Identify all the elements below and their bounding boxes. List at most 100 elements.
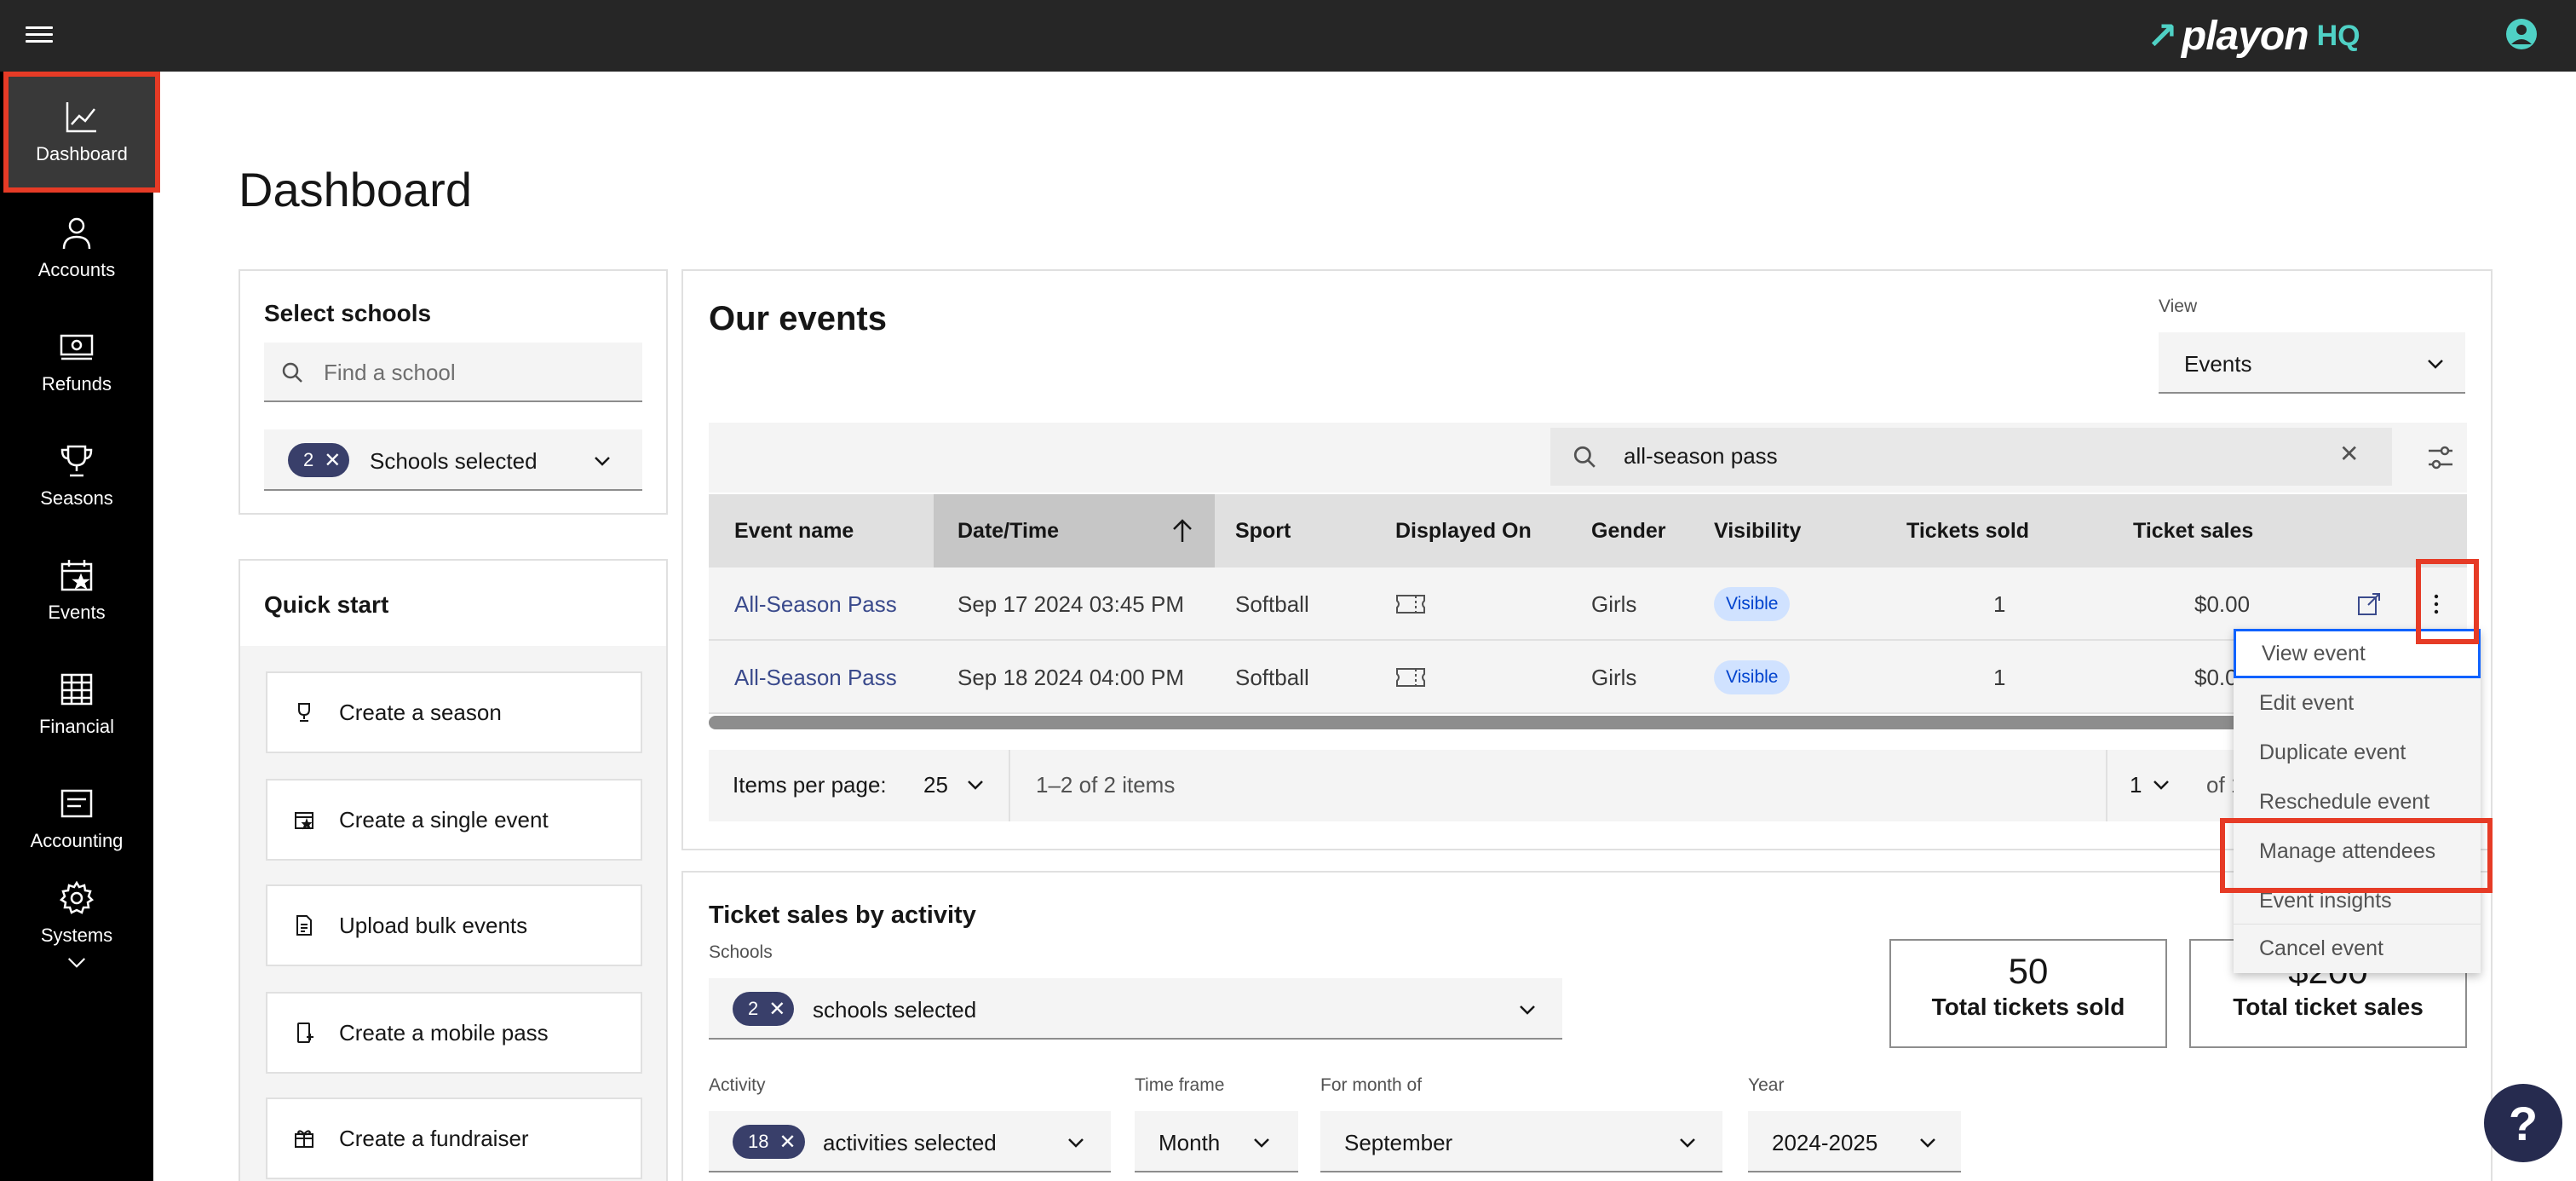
sidebar-item-accounts[interactable]: Accounts — [0, 193, 153, 303]
col-ticket-sales[interactable]: Ticket sales — [2133, 494, 2253, 567]
event-datetime: Sep 17 2024 03:45 PM — [957, 590, 1184, 617]
visibility-badge: Visible — [1714, 660, 1791, 694]
col-displayed-on[interactable]: Displayed On — [1395, 494, 1532, 567]
create-single-event-label: Create a single event — [339, 806, 549, 832]
table-row: All-Season Pass Sep 17 2024 03:45 PM Sof… — [709, 567, 2467, 641]
menu-item-cancel-event[interactable]: Cancel event — [2234, 924, 2481, 973]
share-edit-icon[interactable] — [2356, 591, 2382, 617]
hamburger-menu-icon[interactable] — [26, 22, 53, 49]
col-event-name[interactable]: Event name — [734, 494, 854, 567]
sidebar-item-refunds[interactable]: Refunds — [0, 307, 153, 418]
schools-multiselect[interactable]: 2 ✕ Schools selected — [264, 429, 642, 491]
activity-count-tag[interactable]: 18 ✕ — [733, 1125, 805, 1159]
table-horizontal-scrollbar[interactable] — [709, 716, 2361, 729]
chevron-down-icon[interactable] — [64, 950, 89, 976]
document-icon — [296, 915, 312, 936]
create-mobile-pass-button[interactable]: Create a mobile pass — [266, 992, 642, 1074]
menu-item-manage-attendees[interactable]: Manage attendees — [2234, 827, 2481, 876]
items-per-page-select[interactable]: 25 — [913, 750, 1021, 821]
events-toolbar: all-season pass ✕ — [709, 423, 2467, 493]
year-label: Year — [1748, 1075, 1785, 1095]
event-name-link[interactable]: All-Season Pass — [734, 567, 897, 641]
schools-label: Schools — [709, 942, 773, 962]
select-schools-card: Select schools Find a school 2 ✕ Schools… — [239, 269, 668, 515]
sidebar-item-accounting[interactable]: Accounting — [0, 763, 153, 874]
total-ticket-sales-label: Total ticket sales — [2233, 994, 2424, 1020]
sidebar-item-events[interactable]: Events — [0, 535, 153, 646]
event-name-link[interactable]: All-Season Pass — [734, 641, 897, 714]
chevron-down-icon — [2153, 781, 2169, 790]
col-date-time-label: Date/Time — [957, 518, 1060, 543]
chevron-down-icon — [1520, 1005, 1535, 1015]
quick-start-card: Quick start Create a season Create a sin… — [239, 559, 668, 1181]
playon-hq-logo[interactable]: ↗ playon HQ — [2147, 9, 2360, 63]
displayed-on-cell — [1395, 567, 1426, 641]
col-visibility[interactable]: Visibility — [1714, 494, 1801, 567]
quick-start-title: Quick start — [264, 591, 389, 618]
ticket-sales: $0.0 — [2194, 664, 2238, 690]
visibility-cell: Visible — [1714, 641, 1791, 714]
col-date-time[interactable]: Date/Time — [934, 494, 1215, 567]
ticket-icon — [1396, 595, 1425, 614]
schools-selected-label: Schools selected — [370, 448, 538, 474]
create-single-event-button[interactable]: Create a single event — [266, 779, 642, 861]
chevron-down-icon — [1068, 1138, 1084, 1148]
year-dropdown[interactable]: 2024-2025 — [1748, 1111, 1961, 1172]
find-school-input[interactable]: Find a school — [264, 343, 642, 402]
create-season-button[interactable]: Create a season — [266, 671, 642, 753]
activity-multiselect[interactable]: 18 ✕ activities selected — [709, 1111, 1111, 1172]
sidebar-item-label: Seasons — [40, 487, 113, 509]
event-sport: Softball — [1235, 664, 1309, 690]
chevron-down-icon — [968, 781, 983, 790]
clear-schools-icon[interactable]: ✕ — [324, 448, 341, 473]
menu-item-duplicate-event[interactable]: Duplicate event — [2234, 728, 2481, 777]
sidebar-item-dashboard[interactable]: Dashboard — [3, 72, 160, 193]
items-per-page-label: Items per page: — [733, 772, 887, 798]
search-icon — [282, 362, 302, 383]
sidebar-item-seasons[interactable]: Seasons — [0, 421, 153, 532]
logo-suffix: HQ — [2316, 19, 2360, 52]
clear-activities-icon[interactable]: ✕ — [779, 1130, 796, 1155]
upload-bulk-events-button[interactable]: Upload bulk events — [266, 884, 642, 966]
schools-count: 2 — [303, 449, 314, 470]
create-fundraiser-button[interactable]: Create a fundraiser — [266, 1097, 642, 1179]
menu-item-reschedule-event[interactable]: Reschedule event — [2234, 777, 2481, 827]
visibility-cell: Visible — [1714, 567, 1791, 641]
find-school-placeholder: Find a school — [324, 360, 456, 385]
gift-icon — [295, 1130, 313, 1148]
clear-schools-icon[interactable]: ✕ — [768, 997, 785, 1022]
page-select[interactable]: 1 — [2116, 750, 2201, 821]
trophy-icon — [298, 703, 310, 722]
ticket-icon — [1396, 668, 1425, 687]
month-dropdown[interactable]: September — [1320, 1111, 1722, 1172]
clear-search-icon[interactable]: ✕ — [2339, 440, 2359, 468]
activity-count: 18 — [748, 1131, 769, 1152]
filter-settings-icon[interactable] — [2426, 443, 2455, 472]
schools-count-tag[interactable]: 2 ✕ — [733, 992, 795, 1026]
sidebar-item-financial[interactable]: Financial — [0, 649, 153, 760]
create-mobile-pass-label: Create a mobile pass — [339, 1019, 549, 1046]
sales-schools-multiselect[interactable]: 2 ✕ schools selected — [709, 978, 1562, 1040]
menu-item-view-event[interactable]: View event — [2234, 629, 2481, 678]
page-title: Dashboard — [239, 163, 472, 216]
col-gender[interactable]: Gender — [1591, 494, 1666, 567]
month-value: September — [1344, 1130, 1453, 1155]
event-datetime: Sep 18 2024 04:00 PM — [957, 664, 1184, 690]
event-sport: Softball — [1235, 590, 1309, 617]
col-tickets-sold[interactable]: Tickets sold — [1906, 494, 2029, 567]
menu-item-event-insights[interactable]: Event insights — [2234, 876, 2481, 925]
event-search-input[interactable]: all-season pass ✕ — [1550, 428, 2392, 486]
pager-divider — [2106, 750, 2107, 821]
help-button[interactable]: ? — [2484, 1084, 2562, 1162]
view-label: View — [2159, 297, 2198, 316]
tickets-sold: 1 — [1993, 590, 2006, 617]
tickets-sold: 1 — [1993, 664, 2006, 690]
quick-start-header: Quick start — [240, 561, 666, 646]
view-dropdown[interactable]: Events — [2159, 332, 2465, 394]
menu-item-edit-event[interactable]: Edit event — [2234, 678, 2481, 728]
schools-count-tag[interactable]: 2 ✕ — [288, 443, 350, 477]
sidebar-item-systems[interactable]: Systems — [0, 873, 153, 983]
time-frame-dropdown[interactable]: Month — [1135, 1111, 1298, 1172]
user-avatar-icon[interactable] — [2504, 17, 2539, 51]
col-sport[interactable]: Sport — [1235, 494, 1291, 567]
